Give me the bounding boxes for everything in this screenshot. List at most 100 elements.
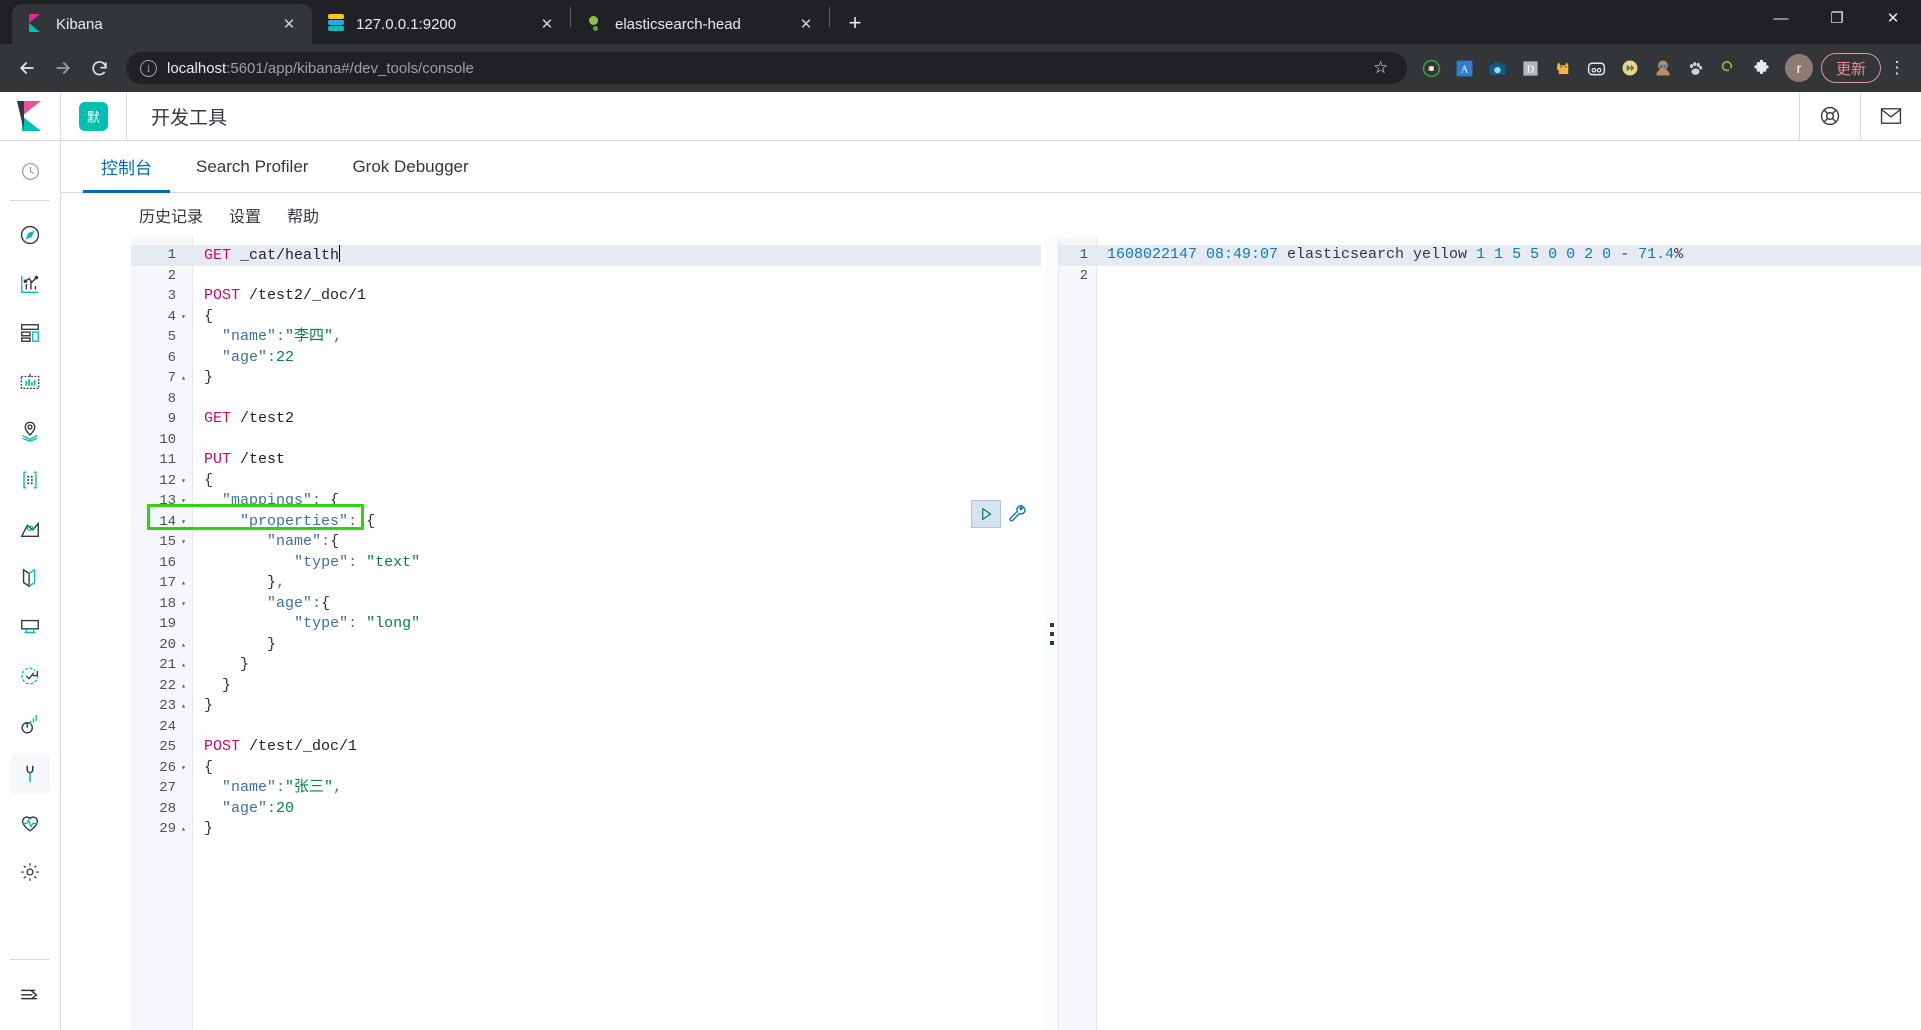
close-window-button[interactable]: ✕ [1865,0,1921,36]
play-triangle-icon[interactable] [971,500,1001,528]
console-request-editor[interactable]: 1 2 3 4 ▾ 5 6 7 ▴ 8 9 10 11 12 ▾ 13 ▾ 14 ▾ 15 ▾ 16 17 ▴ 18 ▾ 19 20 ▴… [131,237,1041,1030]
sidebar-item-dashboard[interactable] [10,313,50,353]
editor-code-line[interactable]: "age":20 [193,799,1041,820]
sidebar-item-machine-learning[interactable] [10,460,50,500]
paw-extension-icon[interactable] [1681,53,1711,83]
editor-code-line[interactable]: } [193,635,1041,656]
mail-envelope-icon[interactable] [1860,91,1921,141]
forward-button[interactable] [46,51,80,85]
editor-code-line[interactable] [193,430,1041,451]
sidebar-item-monitoring[interactable] [10,803,50,843]
editor-code-line[interactable] [193,717,1041,738]
bookmark-star-icon[interactable]: ☆ [1373,58,1393,78]
sidebar-item-recently-viewed[interactable] [10,151,50,191]
fold-toggle-icon[interactable]: ▾ [179,537,188,547]
media-extension-icon[interactable] [1615,53,1645,83]
editor-code-line[interactable]: }, [193,573,1041,594]
fold-toggle-icon[interactable]: ▴ [179,681,188,691]
browser-menu-icon[interactable]: ⋮ [1883,58,1911,78]
editor-code-line[interactable]: { [193,471,1041,492]
sync-extension-icon[interactable] [1417,53,1447,83]
fold-toggle-icon[interactable]: ▴ [179,578,188,588]
fold-toggle-icon[interactable]: ▾ [179,517,188,527]
fold-toggle-icon[interactable]: ▾ [179,496,188,506]
editor-code-line[interactable]: } [193,676,1041,697]
fold-toggle-icon[interactable]: ▾ [179,312,188,322]
sidebar-item-apm[interactable] [10,607,50,647]
editor-code-line[interactable]: } [193,655,1041,676]
tab-close-icon[interactable]: ✕ [536,13,558,35]
sidebar-item-logs[interactable] [10,558,50,598]
editor-code-line[interactable]: POST /test2/_doc/1 [193,286,1041,307]
address-bar[interactable]: i localhost:5601/app/kibana#/dev_tools/c… [126,52,1407,84]
sidebar-item-siem[interactable] [10,705,50,745]
editor-code-line[interactable]: "type": "text" [193,553,1041,574]
fold-toggle-icon[interactable]: ▾ [179,763,188,773]
sidebar-item-dev-tools[interactable] [10,754,50,794]
fold-toggle-icon[interactable]: ▾ [179,599,188,609]
editor-code-line[interactable]: "properties": { [193,512,1041,533]
puzzle-extensions-icon[interactable] [1747,53,1777,83]
camera-screenshot-extension-icon[interactable] [1483,53,1513,83]
collapse-arrow-icon[interactable] [10,974,50,1014]
new-tab-button[interactable]: + [838,6,872,40]
editor-code-line[interactable]: } [193,819,1041,840]
reload-button[interactable] [82,51,116,85]
panda-extension-icon[interactable] [1582,53,1612,83]
fold-toggle-icon[interactable]: ▴ [179,640,188,650]
person-extension-icon[interactable] [1648,53,1678,83]
tab-close-icon[interactable]: ✕ [795,13,817,35]
submenu-history[interactable]: 历史记录 [139,203,203,227]
editor-code-line[interactable]: } [193,696,1041,717]
editor-code-line[interactable]: POST /test/_doc/1 [193,737,1041,758]
tab-search-profiler[interactable]: Search Profiler [178,141,326,193]
editor-code-line[interactable]: "age":{ [193,594,1041,615]
editor-code-line[interactable]: "age":22 [193,348,1041,369]
editor-code-line[interactable]: "name":{ [193,532,1041,553]
fold-toggle-icon[interactable]: ▴ [179,701,188,711]
console-response-viewer[interactable]: 12 1608022147 08:49:07 elasticsearch yel… [1055,237,1921,1030]
pane-drag-handle[interactable] [1045,237,1059,1030]
tab-close-icon[interactable]: ✕ [278,13,300,35]
kibana-logo[interactable] [0,91,61,141]
editor-code-line[interactable]: { [193,307,1041,328]
editor-code-line[interactable] [193,389,1041,410]
editor-code-line[interactable]: "name":"张三", [193,778,1041,799]
cat-extension-icon[interactable] [1549,53,1579,83]
browser-tab-9200[interactable]: 127.0.0.1:9200 ✕ [312,4,570,44]
editor-code-line[interactable]: { [193,758,1041,779]
submenu-settings[interactable]: 设置 [229,203,261,227]
editor-code-line[interactable]: GET /test2 [193,409,1041,430]
editor-code-line[interactable]: GET _cat/health [193,245,1041,266]
back-button[interactable] [10,51,44,85]
tab-console[interactable]: 控制台 [83,141,170,193]
profile-avatar[interactable]: r [1784,54,1813,82]
sidebar-item-discover[interactable] [10,215,50,255]
browser-tab-es-head[interactable]: elasticsearch-head ✕ [571,4,829,44]
editor-code-line[interactable]: PUT /test [193,450,1041,471]
editor-code-line[interactable]: "name":"李四", [193,327,1041,348]
space-avatar[interactable]: 默 [79,101,108,131]
editor-code-area[interactable]: GET _cat/health POST /test2/_doc/1{ "name… [193,237,1041,1030]
editor-code-line[interactable]: } [193,368,1041,389]
tab-grok-debugger[interactable]: Grok Debugger [334,141,486,193]
update-button[interactable]: 更新 [1820,53,1881,83]
maximize-button[interactable]: ❐ [1809,0,1865,36]
minimize-button[interactable]: — [1753,0,1809,36]
magnifier-extension-icon[interactable] [1714,53,1744,83]
help-lifering-icon[interactable] [1799,91,1860,141]
sidebar-item-visualize[interactable] [10,264,50,304]
fold-toggle-icon[interactable]: ▴ [179,373,188,383]
fold-toggle-icon[interactable]: ▴ [179,660,188,670]
sidebar-item-management[interactable] [10,852,50,892]
editor-code-line[interactable] [193,266,1041,287]
editor-code-line[interactable]: "type": "long" [193,614,1041,635]
site-info-icon[interactable]: i [140,59,157,77]
sidebar-item-maps[interactable] [10,411,50,451]
sidebar-item-canvas[interactable] [10,362,50,402]
sidebar-item-infrastructure[interactable] [10,509,50,549]
sidebar-item-uptime[interactable] [10,656,50,696]
a-translate-extension-icon[interactable]: A [1450,53,1480,83]
fold-toggle-icon[interactable]: ▾ [179,476,188,486]
fold-toggle-icon[interactable]: ▴ [179,824,188,834]
